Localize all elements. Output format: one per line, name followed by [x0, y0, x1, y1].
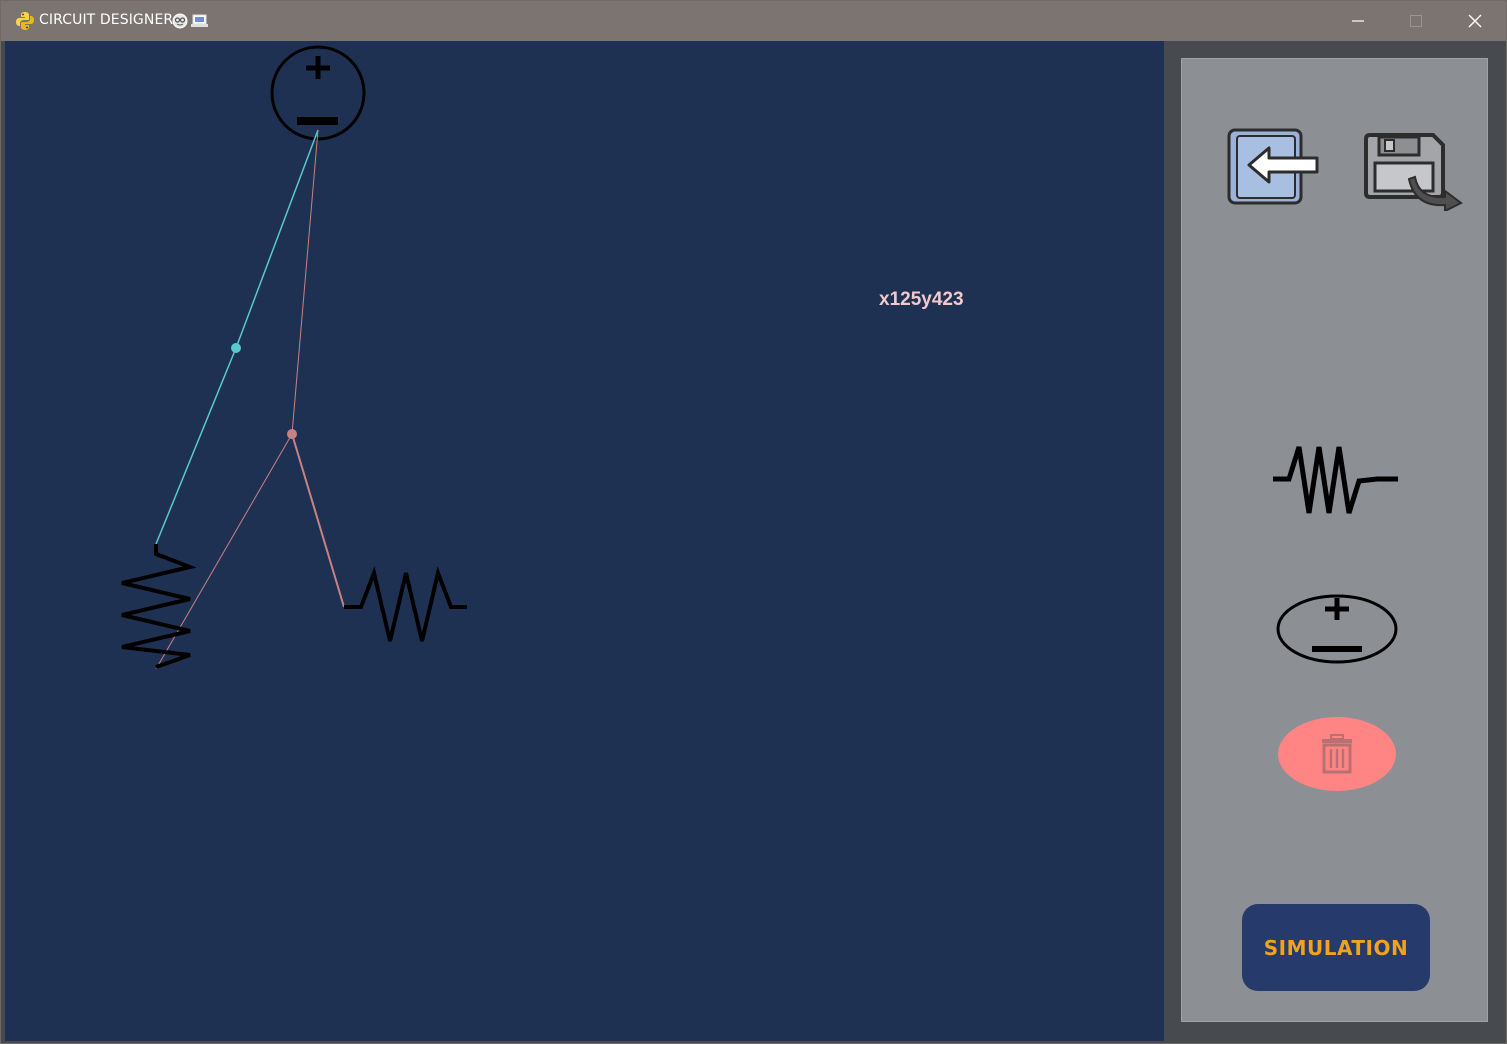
resistor-icon	[1273, 446, 1398, 514]
maximize-button[interactable]	[1387, 1, 1445, 41]
wire-pink[interactable]	[155, 129, 345, 670]
window-title: CIRCUIT DESIGNER	[39, 12, 174, 28]
close-button[interactable]	[1446, 1, 1504, 41]
canvas-resistor-horizontal[interactable]	[344, 566, 467, 642]
close-icon	[1468, 14, 1482, 28]
nerd-face-icon	[172, 13, 188, 29]
canvas-voltage-source[interactable]	[270, 45, 366, 141]
minimize-icon	[1352, 20, 1364, 22]
wire-node-pink	[287, 429, 297, 439]
simulation-button[interactable]: SIMULATION	[1242, 904, 1430, 991]
voltage-source-tool[interactable]	[1275, 594, 1399, 666]
python-snake-icon	[16, 12, 34, 30]
voltage-source-icon	[1276, 594, 1398, 664]
back-button[interactable]	[1227, 128, 1319, 206]
title-emoji-icons	[172, 13, 208, 29]
save-button[interactable]	[1363, 133, 1463, 213]
resistor-tool[interactable]	[1271, 441, 1401, 519]
minimize-button[interactable]	[1329, 1, 1387, 41]
circuit-drawing	[121, 45, 467, 670]
back-arrow-icon	[1227, 128, 1319, 205]
cursor-coordinate-readout: x125y423	[879, 289, 964, 310]
wire-node-cyan	[231, 343, 241, 353]
circuit-canvas[interactable]: x125y423	[5, 41, 1164, 1041]
canvas-resistor-vertical[interactable]	[121, 544, 197, 669]
delete-tool[interactable]	[1277, 716, 1397, 792]
maximize-icon	[1410, 15, 1422, 27]
wire-cyan[interactable]	[155, 129, 319, 545]
laptop-icon	[191, 14, 208, 27]
floppy-save-icon	[1364, 133, 1463, 213]
title-bar[interactable]: CIRCUIT DESIGNER	[1, 1, 1506, 41]
trash-icon	[1278, 717, 1396, 791]
app-window: CIRCUIT DESIGNER x125y423 SIMULATION	[0, 0, 1507, 1044]
